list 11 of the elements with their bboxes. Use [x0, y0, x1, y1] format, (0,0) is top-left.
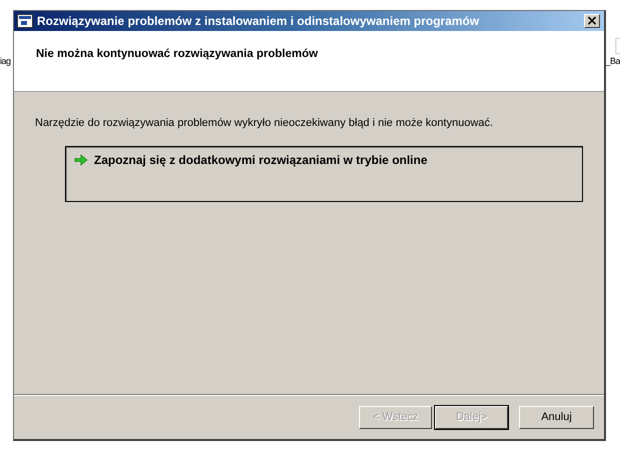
- page-heading: Nie można kontynuować rozwiązywania problemów: [36, 48, 318, 60]
- desktop-icon-label[interactable]: _Ba: [605, 56, 620, 67]
- window-icon: [17, 14, 33, 28]
- wizard-button[interactable]: Anuluj: [519, 406, 594, 428]
- error-message: Narzędzie do rozwiązywania problemów wykryło nieoczekiwany błąd i nie może kontynuować.: [35, 117, 494, 129]
- arrow-icon: [74, 154, 88, 166]
- file-icon[interactable]: [615, 38, 620, 54]
- task-link-button[interactable]: Zapoznaj się z dodatkowymi rozwiązaniami w trybie online: [65, 146, 583, 202]
- close-button[interactable]: ×: [584, 14, 600, 28]
- window-title: Rozwiązywanie problemów z instalowaniem i odinstalowywaniem programów: [37, 14, 480, 28]
- desktop-icon-label[interactable]: iag: [0, 56, 11, 67]
